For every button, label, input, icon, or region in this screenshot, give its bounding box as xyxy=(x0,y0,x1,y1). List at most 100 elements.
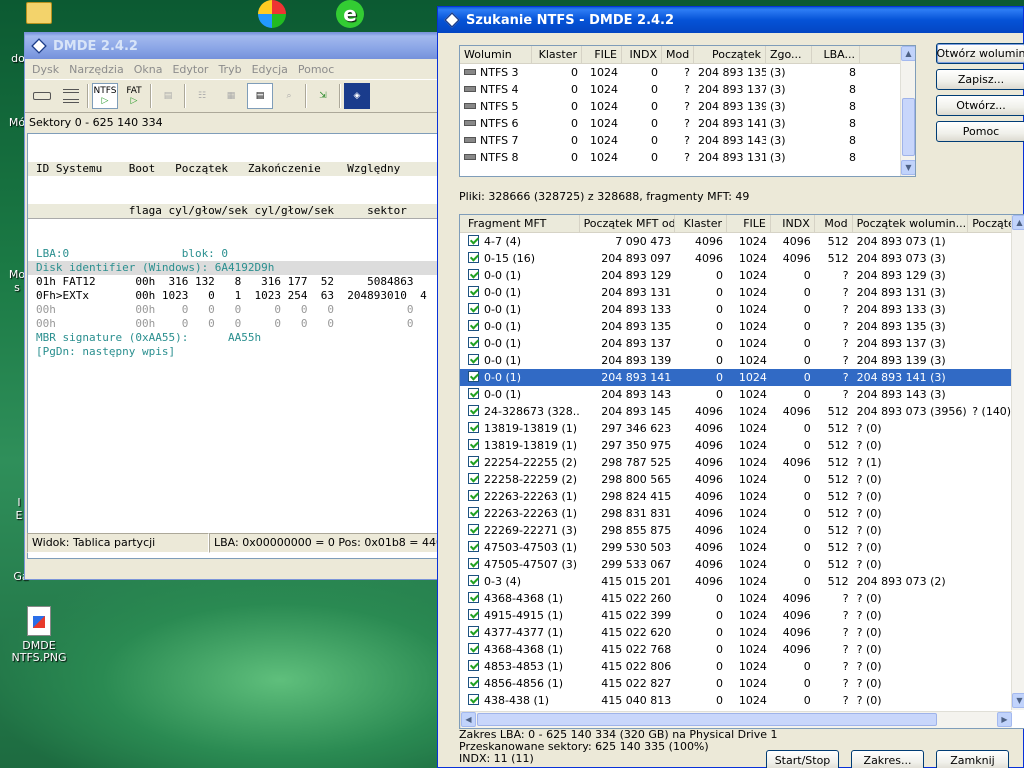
fragment-checkbox[interactable] xyxy=(468,694,479,705)
fragment-row[interactable]: 0-0 (1) 204 893 137 0 1024 0? 204 893 137 (3) xyxy=(460,335,1024,352)
start-stop-button[interactable]: Start/Stop xyxy=(766,750,839,768)
fragment-row[interactable]: 0-15 (16) 204 893 097 4096 1024 4096 512 204 8… xyxy=(460,250,1024,267)
fragment-checkbox[interactable] xyxy=(468,371,479,382)
fragment-checkbox[interactable] xyxy=(468,575,479,586)
menu-tryb[interactable]: Tryb xyxy=(213,63,246,76)
save-button[interactable]: Zapisz... xyxy=(936,69,1024,90)
media-player-icon[interactable] xyxy=(256,0,288,30)
fragment-checkbox[interactable] xyxy=(468,269,479,280)
partition-table-view[interactable]: ID Systemu Boot Początek Zakończenie Wzg… xyxy=(27,133,441,559)
volumes-column-header[interactable]: Zgo... xyxy=(766,46,812,63)
fragment-checkbox[interactable] xyxy=(468,320,479,331)
fragment-checkbox[interactable] xyxy=(468,507,479,518)
copy-icon[interactable]: ⇲ xyxy=(310,83,336,109)
partition-line[interactable]: MBR signature (0xAA55): AA55h xyxy=(28,331,440,345)
fragment-checkbox[interactable] xyxy=(468,405,479,416)
fragment-row[interactable]: 0-0 (1) 204 893 131 0 1024 0? 204 893 131 (3) xyxy=(460,284,1024,301)
fragment-checkbox[interactable] xyxy=(468,337,479,348)
fragment-row[interactable]: 22258-22259 (2) 298 800 565 4096 1024 0 512 ? … xyxy=(460,471,1024,488)
fragment-checkbox[interactable] xyxy=(468,524,479,535)
menu-narzedzia[interactable]: Narzędzia xyxy=(64,63,129,76)
scroll-thumb[interactable] xyxy=(902,98,915,156)
fragment-row[interactable]: 47503-47503 (1) 299 530 503 4096 1024 0 512 ? … xyxy=(460,539,1024,556)
fragment-row[interactable]: 4853-4853 (1) 415 022 806 0 1024 0? ? (0) xyxy=(460,658,1024,675)
fragments-column-header[interactable]: FILE xyxy=(727,215,771,232)
mft-fragments-list[interactable]: Fragment MFT Początek MFT od Klaster FILE IN… xyxy=(459,214,1024,729)
range-button[interactable]: Zakres... xyxy=(851,750,924,768)
scroll-up-icon[interactable]: ▲ xyxy=(901,46,915,61)
sector-icon[interactable]: ▤ xyxy=(155,83,181,109)
dmde-logo-icon[interactable]: ◈ xyxy=(344,83,370,109)
fragment-checkbox[interactable] xyxy=(468,439,479,450)
volume-row[interactable]: NTFS 6 0 1024 0? 204 893 141 (3) 8 xyxy=(460,115,915,132)
fragments-column-header[interactable]: Początek MFT od xyxy=(580,215,676,232)
folder-icon[interactable] xyxy=(22,0,56,26)
fragments-column-header[interactable]: Fragment MFT xyxy=(460,215,580,232)
menu-edycja[interactable]: Edycja xyxy=(247,63,293,76)
fragment-row[interactable]: 13819-13819 (1) 297 350 975 4096 1024 0 512 ? … xyxy=(460,437,1024,454)
volumes-column-header[interactable]: INDX xyxy=(622,46,662,63)
fragment-checkbox[interactable] xyxy=(468,660,479,671)
fragment-checkbox[interactable] xyxy=(468,592,479,603)
fragment-checkbox[interactable] xyxy=(468,388,479,399)
partitions-icon[interactable] xyxy=(58,83,84,109)
fragment-row[interactable]: 4368-4368 (1) 415 022 260 0 1024 4096? ? (0) xyxy=(460,590,1024,607)
volume-row[interactable]: NTFS 4 0 1024 0? 204 893 137 (3) 8 xyxy=(460,81,915,98)
fragment-row[interactable]: 4-7 (4) 7 090 473 4096 1024 4096 512 204 893 0… xyxy=(460,233,1024,250)
fragment-checkbox[interactable] xyxy=(468,558,479,569)
volumes-list[interactable]: Wolumin Klaster FILE INDX Mod Początek Zgo... L… xyxy=(459,45,916,177)
tree-icon[interactable]: ☷ xyxy=(189,83,215,109)
volumes-column-header[interactable]: FILE xyxy=(582,46,622,63)
desktop-file-icon[interactable]: DMDE NTFS.PNG xyxy=(8,606,70,664)
scroll-down-icon[interactable]: ▼ xyxy=(901,160,915,175)
partition-line[interactable]: LBA:0 blok: 0 xyxy=(28,247,440,261)
partition-line[interactable]: 00h 00h 0 0 0 0 0 0 0 xyxy=(28,303,440,317)
fragment-checkbox[interactable] xyxy=(468,422,479,433)
fragment-checkbox[interactable] xyxy=(468,473,479,484)
fragment-row[interactable]: 0-0 (1) 204 893 129 0 1024 0? 204 893 129 (3) xyxy=(460,267,1024,284)
partition-line[interactable]: 01h FAT12 00h 316 132 8 316 177 52 50848… xyxy=(28,275,440,289)
volume-row[interactable]: NTFS 8 0 1024 0? 204 893 131 (3) 8 xyxy=(460,149,915,166)
fragment-checkbox[interactable] xyxy=(468,286,479,297)
hscroll-thumb[interactable] xyxy=(477,713,937,726)
fragments-vscrollbar[interactable]: ▲ ▼ xyxy=(1011,215,1024,710)
menu-dysk[interactable]: Dysk xyxy=(27,63,64,76)
fragment-row[interactable]: 438-438 (1) 415 040 813 0 1024 0? ? (0) xyxy=(460,692,1024,709)
volume-row[interactable]: NTFS 5 0 1024 0? 204 893 139 (3) 8 xyxy=(460,98,915,115)
menu-pomoc[interactable]: Pomoc xyxy=(293,63,339,76)
ie-browser-icon[interactable]: e xyxy=(334,0,366,30)
fragment-row[interactable]: 4856-4856 (1) 415 022 827 0 1024 0? ? (0) xyxy=(460,675,1024,692)
fragments-column-header[interactable]: INDX xyxy=(771,215,815,232)
fragment-checkbox[interactable] xyxy=(468,303,479,314)
fragment-checkbox[interactable] xyxy=(468,643,479,654)
fragment-row[interactable]: 0-3 (4) 415 015 201 4096 1024 0 512 204 893 07… xyxy=(460,573,1024,590)
fragments-hscrollbar[interactable]: ◀ ▶ xyxy=(460,711,1012,728)
fragment-row[interactable]: 47505-47507 (3) 299 533 067 4096 1024 0 512 ? … xyxy=(460,556,1024,573)
volumes-column-header[interactable]: Mod xyxy=(662,46,694,63)
scroll-up-icon[interactable]: ▲ xyxy=(1012,215,1024,230)
fragment-checkbox[interactable] xyxy=(468,609,479,620)
volume-row[interactable]: NTFS 7 0 1024 0? 204 893 143 (3) 8 xyxy=(460,132,915,149)
fragments-column-header[interactable]: Mod xyxy=(815,215,853,232)
fragment-checkbox[interactable] xyxy=(468,456,479,467)
fragment-row[interactable]: 4368-4368 (1) 415 022 768 0 1024 4096? ? (0) xyxy=(460,641,1024,658)
fragment-checkbox[interactable] xyxy=(468,235,479,246)
fragment-row[interactable]: 24-328673 (328... 204 893 145 4096 1024 4096… xyxy=(460,403,1024,420)
fragment-row[interactable]: 22263-22263 (1) 298 831 831 4096 1024 0 512 ? … xyxy=(460,505,1024,522)
partition-line[interactable]: Disk identifier (Windows): 6A4192D9h xyxy=(28,261,440,275)
fragment-row[interactable]: 0-0 (1) 204 893 143 0 1024 0? 204 893 143 (3) xyxy=(460,386,1024,403)
dmde-titlebar[interactable]: DMDE 2.4.2 xyxy=(25,33,443,59)
grid-icon[interactable]: ▦ xyxy=(218,83,244,109)
table-view-icon[interactable]: ▤ xyxy=(247,83,273,109)
fragment-row[interactable]: 22263-22263 (1) 298 824 415 4096 1024 0 512 ? … xyxy=(460,488,1024,505)
close-button[interactable]: Zamknij xyxy=(936,750,1009,768)
fragment-row[interactable]: 4377-4377 (1) 415 022 620 0 1024 4096? ? (0) xyxy=(460,624,1024,641)
fragment-row[interactable]: 0-0 (1) 204 893 139 0 1024 0? 204 893 139 (3) xyxy=(460,352,1024,369)
fragment-row[interactable]: 0-0 (1) 204 893 141 0 1024 0? 204 893 141 (3) xyxy=(460,369,1024,386)
fragments-column-header[interactable]: Początek wolumin... xyxy=(853,215,969,232)
menu-edytor[interactable]: Edytor xyxy=(167,63,213,76)
find-icon[interactable]: ⌕ xyxy=(276,83,302,109)
fragment-row[interactable]: 4915-4915 (1) 415 022 399 0 1024 4096? ? (0) xyxy=(460,607,1024,624)
fragment-checkbox[interactable] xyxy=(468,626,479,637)
fragments-column-header[interactable]: Klaster xyxy=(675,215,728,232)
